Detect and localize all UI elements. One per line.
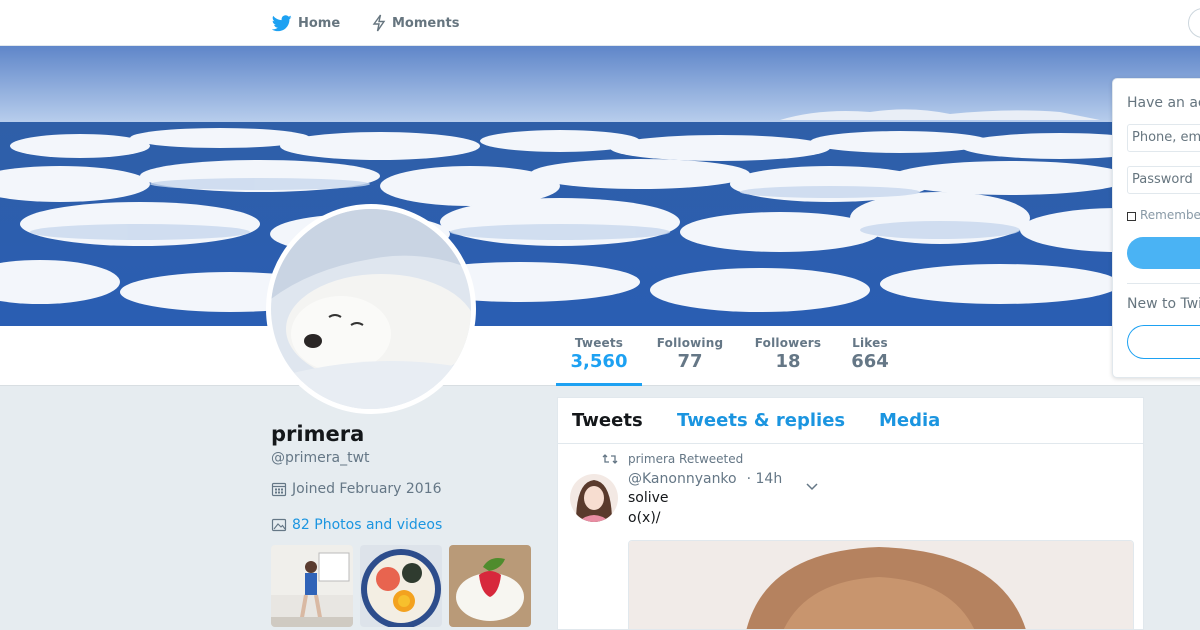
search-circle[interactable] [1188,8,1200,38]
remember-me[interactable]: Remembe [1127,208,1200,222]
photos-videos-label: 82 Photos and videos [292,517,443,533]
retweet-context-text[interactable]: primera Retweeted [628,452,743,466]
stat-label: Tweets [574,336,624,350]
profile-name: primera [271,422,365,446]
stat-value: 664 [851,351,889,372]
profile-handle: @primera_twt [271,450,370,466]
nav-home-label: Home [298,15,341,31]
stat-following[interactable]: Following 77 [650,336,730,386]
tab-tweets[interactable]: Tweets [572,410,643,431]
top-navigation: Home Moments [0,0,1200,46]
profile-joined-text: Joined February 2016 [292,481,442,497]
tab-media[interactable]: Media [879,410,940,431]
divider [1127,283,1200,284]
profile-avatar[interactable] [266,204,476,414]
nav-moments[interactable]: Moments [372,0,459,46]
timeline: Tweets Tweets & replies Media primera Re… [557,397,1144,630]
lightning-icon [372,14,386,32]
retweet-context: primera Retweeted [602,452,743,466]
login-title: Have an ac [1127,95,1200,111]
calendar-icon [271,482,287,497]
photo-thumbnail[interactable] [360,545,442,627]
chevron-down-icon[interactable] [806,476,818,495]
tweet-media[interactable] [628,540,1134,629]
tab-tweets-replies[interactable]: Tweets & replies [677,410,845,431]
tweet-author-handle[interactable]: @Kanonnyanko [628,471,737,487]
photo-thumbnail[interactable] [271,545,353,627]
tweet-author-avatar[interactable] [570,474,618,522]
twitter-bird-icon [272,14,292,31]
stat-value: 18 [775,351,801,372]
nav-home[interactable]: Home [272,0,340,46]
stat-followers[interactable]: Followers 18 [752,336,824,386]
stat-likes[interactable]: Likes 664 [848,336,892,386]
stat-label: Following [656,336,724,350]
timeline-tabs: Tweets Tweets & replies Media [558,398,1143,444]
tweet-header: @Kanonnyanko · 14h [628,471,782,487]
stat-value: 77 [677,351,703,372]
profile-stats-bar: Tweets 3,560 Following 77 Followers 18 L… [0,326,1200,386]
login-panel: Have an ac Phone, em Password Remembe Ne… [1112,78,1200,378]
stat-label: Likes [852,336,888,350]
photos-videos-link[interactable]: 82 Photos and videos [271,517,442,533]
stat-value: 3,560 [570,351,628,372]
remember-checkbox[interactable] [1127,212,1136,221]
photo-thumbnail[interactable] [449,545,531,627]
image-icon [271,518,287,532]
signup-button[interactable] [1127,325,1200,359]
stat-label: Followers [754,336,822,350]
new-to-twitter-label: New to Twi [1127,296,1200,312]
password-input[interactable]: Password [1127,166,1200,194]
tweet-text-line: o(x)/ [628,510,661,526]
remember-label: Remembe [1140,208,1200,222]
tweet-text-line: solive [628,490,669,506]
stat-tweets[interactable]: Tweets 3,560 [556,336,642,386]
retweet-icon [602,454,618,464]
profile-banner [0,46,1200,326]
profile-joined: Joined February 2016 [271,481,442,497]
nav-moments-label: Moments [392,15,460,31]
tweet-timestamp[interactable]: · 14h [747,471,783,487]
login-button[interactable] [1127,237,1200,269]
phone-email-input[interactable]: Phone, em [1127,124,1200,152]
